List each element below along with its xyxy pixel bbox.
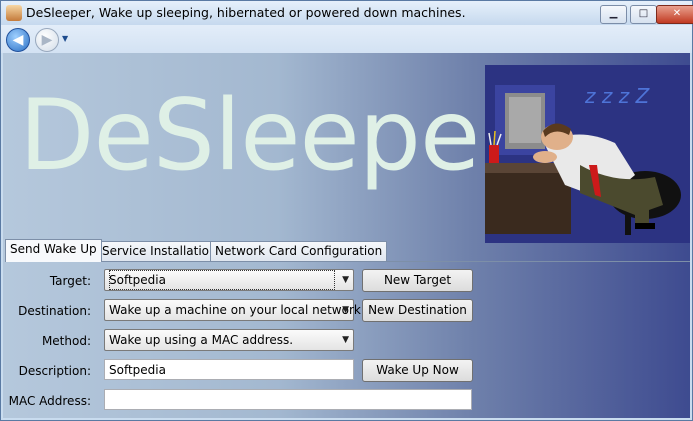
new-destination-button[interactable]: New Destination [362, 299, 473, 322]
mac-address-field[interactable] [104, 389, 472, 410]
sleeping-man-illustration: z z z Z [485, 65, 690, 243]
wake-up-now-button[interactable]: Wake Up Now [362, 359, 473, 382]
target-select[interactable]: Softpedia ▼ [104, 269, 354, 291]
back-icon[interactable]: ◀ [6, 28, 30, 52]
method-value: Wake up using a MAC address. [109, 333, 294, 347]
target-label: Target: [49, 274, 91, 288]
tab-send-wake-up[interactable]: Send Wake Up [5, 239, 102, 262]
app-window: DeSleeper, Wake up sleeping, hibernated … [0, 0, 693, 421]
destination-value: Wake up a machine on your local network. [109, 303, 365, 317]
close-button[interactable]: ✕ [656, 5, 693, 24]
snore-text: z z z Z [584, 84, 651, 108]
target-value: Softpedia [109, 270, 335, 290]
tab-service-installation[interactable]: Service Installation [97, 241, 222, 261]
tab-network-card-configuration[interactable]: Network Card Configuration [210, 241, 388, 261]
banner-title: DeSleeper [19, 79, 520, 193]
mac-address-label: MAC Address: [8, 394, 91, 408]
chevron-down-icon: ▼ [342, 305, 349, 315]
description-label: Description: [18, 364, 91, 378]
minimize-button[interactable]: ▁ [600, 5, 627, 24]
method-label: Method: [41, 334, 91, 348]
title-bar: DeSleeper, Wake up sleeping, hibernated … [1, 1, 693, 25]
chevron-down-icon: ▼ [342, 275, 349, 285]
navigation-bar: ◀ ▶ ▼ [1, 25, 692, 53]
chevron-down-icon: ▼ [342, 335, 349, 345]
destination-select[interactable]: Wake up a machine on your local network.… [104, 299, 365, 321]
destination-label: Destination: [18, 304, 91, 318]
main-content: DeSleeper z z z Z Send Wake Up Service I… [3, 53, 690, 418]
forward-icon[interactable]: ▶ [35, 28, 59, 52]
history-dropdown-icon[interactable]: ▼ [62, 34, 68, 43]
new-target-button[interactable]: New Target [362, 269, 473, 292]
description-field[interactable]: Softpedia [104, 359, 354, 380]
window-title: DeSleeper, Wake up sleeping, hibernated … [26, 5, 466, 20]
maximize-button[interactable]: □ [630, 5, 657, 24]
app-icon [6, 5, 22, 21]
method-select[interactable]: Wake up using a MAC address. ▼ [104, 329, 354, 351]
